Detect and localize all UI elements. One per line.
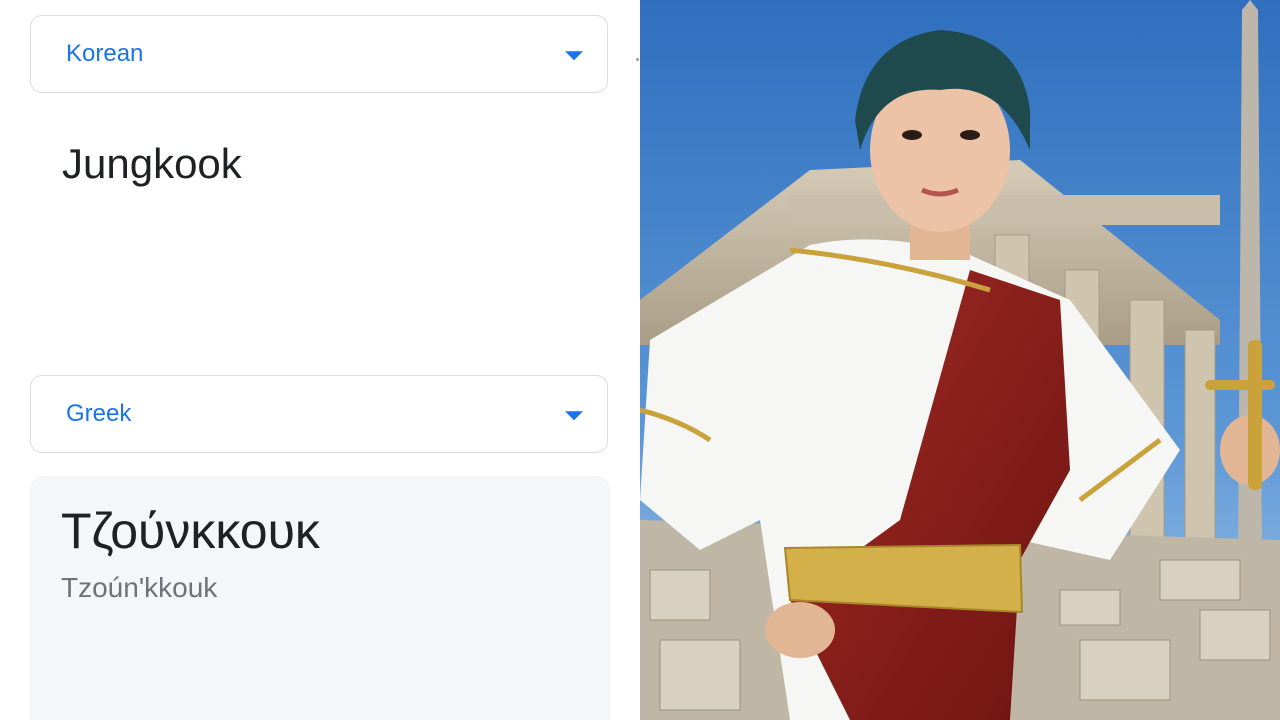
translator-panel: Korean Jungkook Greek Τζούνκκουκ Tzoún'k… (0, 0, 640, 720)
source-language-label: Korean (66, 40, 144, 67)
source-language-selector[interactable]: Korean (30, 15, 608, 93)
chevron-down-icon (565, 411, 583, 421)
translated-text: Τζούνκκουκ (61, 503, 320, 559)
transliteration-text: Tzoún'kkouk (61, 572, 218, 603)
chevron-down-icon (565, 51, 583, 61)
target-language-selector[interactable]: Greek (30, 375, 608, 453)
costume-photo (640, 0, 1280, 720)
translation-result-card: Τζούνκκουκ Tzoún'kkouk (30, 476, 610, 720)
divider-dot (636, 58, 639, 61)
source-text-input[interactable]: Jungkook (62, 140, 242, 188)
target-language-label: Greek (66, 400, 132, 427)
